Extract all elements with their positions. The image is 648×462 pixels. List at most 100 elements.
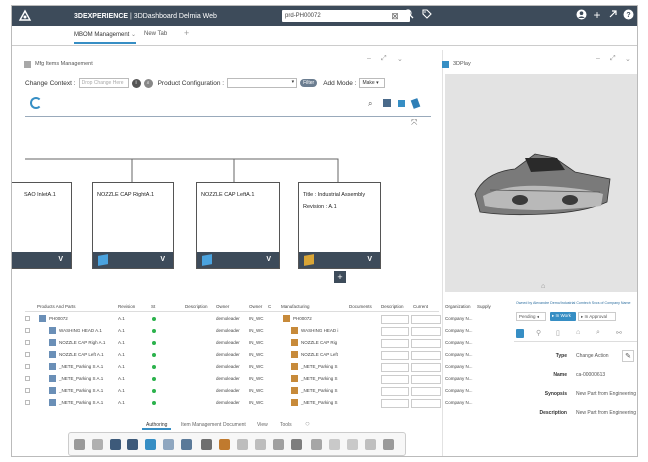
viewer-compass-icon[interactable]: ⌂ (541, 283, 545, 290)
part-cube-icon (202, 254, 212, 266)
expand-icon[interactable]: ⤢ (610, 55, 616, 63)
status-dot (152, 365, 156, 369)
current-cell[interactable] (411, 387, 441, 396)
manufacturing-item-icon[interactable] (110, 439, 121, 450)
description-cell[interactable] (381, 375, 409, 384)
pencil-icon[interactable] (163, 439, 174, 450)
field-label: Type (555, 353, 567, 359)
cut-icon[interactable] (92, 439, 103, 450)
current-cell[interactable] (411, 327, 441, 336)
grid-icon[interactable] (329, 439, 340, 450)
action-pending-button[interactable]: Pending ◂ (516, 312, 546, 321)
current-cell[interactable] (411, 375, 441, 384)
row-checkbox[interactable] (25, 316, 30, 321)
export-icon[interactable] (383, 439, 394, 450)
row-checkbox[interactable] (25, 388, 30, 393)
refresh-icon[interactable] (74, 439, 85, 450)
organization-cell: Company N... (445, 364, 473, 369)
current-cell[interactable] (411, 363, 441, 372)
split-icon[interactable] (219, 439, 230, 450)
description-cell[interactable] (381, 399, 409, 408)
current-cell[interactable] (411, 339, 441, 348)
description-cell[interactable] (381, 387, 409, 396)
graph-card[interactable]: NOZZLE CAP RightA.1 V (92, 182, 174, 269)
tab-view[interactable]: View (253, 421, 272, 430)
table-header: Products And Parts Revision St Descripti… (25, 302, 439, 312)
tab-document[interactable]: Document (219, 421, 250, 430)
chart-icon[interactable] (365, 439, 376, 450)
graph-card[interactable]: SAO InletA.1 V (12, 182, 72, 269)
current-cell[interactable] (411, 315, 441, 324)
row-checkbox[interactable] (25, 352, 30, 357)
properties-tab-icon[interactable] (516, 329, 524, 338)
tab-tools[interactable]: Tools (276, 421, 296, 430)
field-label: Description (539, 410, 567, 416)
description-cell[interactable] (381, 315, 409, 324)
table-row[interactable]: WASHING HEAD A.1 A.1 demoleader IN_WC WASHIN… (25, 326, 441, 337)
table-row[interactable]: _NETE_Parking S A.1 A.1 demoleader IN_WC _NE… (25, 362, 441, 373)
compare-icon[interactable] (201, 439, 212, 450)
relations-tab-icon[interactable]: ⚲ (536, 329, 541, 337)
link-tab-icon[interactable]: ⚯ (616, 329, 622, 337)
page-icon[interactable] (311, 439, 322, 450)
table-row[interactable]: NOZZLE CAP Left A.1 A.1 demoleader IN_WC NOZ… (25, 350, 441, 361)
add-node-button[interactable]: + (334, 271, 346, 283)
minimize-icon[interactable]: – (596, 55, 600, 62)
scope-icon[interactable] (181, 439, 192, 450)
part-icon (49, 399, 56, 406)
status-dot (152, 341, 156, 345)
action-approval-button[interactable]: ▸ In Approval (578, 312, 616, 321)
edit-icon[interactable]: ✎ (622, 350, 634, 362)
mfg-item-icon (291, 375, 298, 382)
current-cell[interactable] (411, 399, 441, 408)
columns-icon[interactable] (347, 439, 358, 450)
bumper-model (474, 153, 611, 216)
description-cell[interactable] (381, 327, 409, 336)
part-cube-icon (98, 254, 108, 266)
documents-tab-icon[interactable]: ▯ (556, 329, 560, 337)
attach-tab-icon[interactable]: ⌕ (596, 329, 600, 337)
3d-viewer[interactable]: ⌂ (445, 74, 637, 292)
table-row[interactable]: NOZZLE CAP Righ A.1 A.1 demoleader IN_WC NOZ… (25, 338, 441, 349)
field-value[interactable]: New Part from Engineering (576, 410, 636, 416)
status-dot (152, 377, 156, 381)
part-icon (49, 387, 56, 394)
panel-menu-icon[interactable]: ⌄ (625, 55, 631, 63)
field-value[interactable]: ca-00000613 (576, 372, 605, 378)
description-cell[interactable] (381, 351, 409, 360)
cube-disabled-icon[interactable] (237, 439, 248, 450)
table-row[interactable]: _NETE_Parking S A.1 A.1 demoleader IN_WC _NE… (25, 386, 441, 397)
organization-cell: Company N... (445, 376, 473, 381)
field-value[interactable]: Change Action (576, 353, 609, 359)
search-item-icon[interactable] (255, 439, 266, 450)
3dplay-app-icon (442, 60, 449, 68)
field-label: Name (553, 372, 567, 378)
graph-card-root[interactable]: Title : Industrial Assembly Revision : A.… (298, 182, 381, 269)
publish-icon[interactable] (291, 439, 302, 450)
row-checkbox[interactable] (25, 340, 30, 345)
right-panel-header: 3DPlay (442, 59, 471, 69)
properties-panel: Owned by Alexandre Demo/Industrial Comte… (514, 301, 637, 456)
row-checkbox[interactable] (25, 328, 30, 333)
toolbar-tab-add-icon[interactable]: ○ (305, 419, 310, 428)
table-row[interactable]: PH00072 A.1 demoleader IN_WC PH00072 (25, 314, 441, 325)
status-dot (152, 353, 156, 357)
description-cell[interactable] (381, 339, 409, 348)
graph-card[interactable]: NOZZLE CAP LeftA.1 V (196, 182, 280, 269)
row-checkbox[interactable] (25, 400, 30, 405)
table-row[interactable]: _NETE_Parking S A.1 A.1 demoleader IN_WC _NE… (25, 398, 441, 409)
current-cell[interactable] (411, 351, 441, 360)
part-icon (49, 351, 56, 358)
organization-cell: Company N... (445, 316, 473, 321)
insert-icon[interactable] (145, 439, 156, 450)
description-cell[interactable] (381, 363, 409, 372)
tab-authoring[interactable]: Authoring (142, 421, 172, 430)
row-checkbox[interactable] (25, 376, 30, 381)
action-inwork-button[interactable]: ▸ In Work (550, 312, 576, 321)
field-value[interactable]: New Part from Engineering (576, 391, 636, 397)
link-item-icon[interactable] (273, 439, 284, 450)
history-tab-icon[interactable]: ⌂ (576, 329, 580, 336)
table-row[interactable]: _NETE_Parking S A.1 A.1 demoleader IN_WC _NE… (25, 374, 441, 385)
assembly-item-icon[interactable] (127, 439, 138, 450)
row-checkbox[interactable] (25, 364, 30, 369)
